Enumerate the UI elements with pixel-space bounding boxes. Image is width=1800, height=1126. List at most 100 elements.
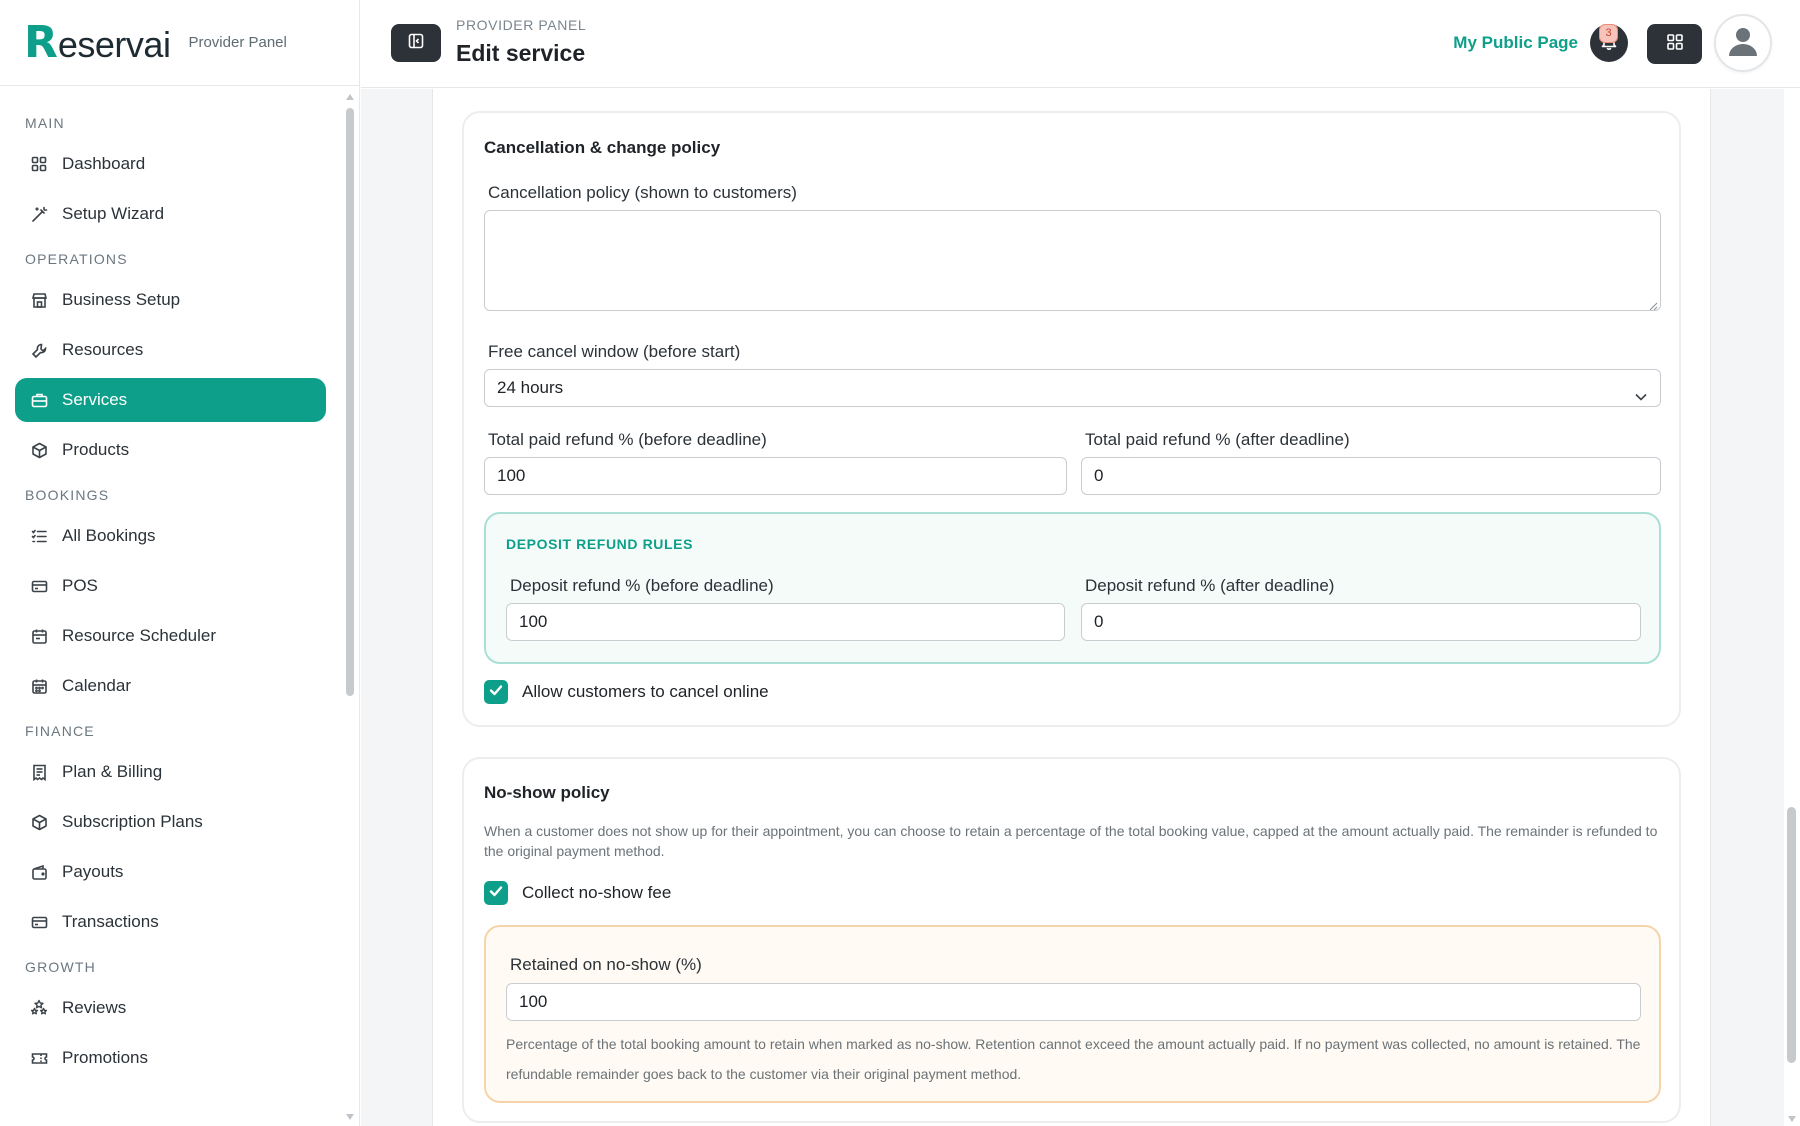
total-refund-before-input[interactable]: 100 — [484, 457, 1067, 495]
collect-no-show-fee-label[interactable]: Collect no-show fee — [522, 883, 671, 903]
scroll-down-arrow-icon[interactable] — [1788, 1116, 1796, 1122]
calendar-icon — [30, 627, 48, 645]
nav-section-finance: FINANCE — [25, 723, 95, 739]
retained-no-show-label: Retained on no-show (%) — [510, 955, 702, 974]
deposit-refund-before-label: Deposit refund % (before deadline) — [510, 576, 774, 595]
cancellation-card-title: Cancellation & change policy — [484, 138, 721, 157]
cancellation-policy-card: Cancellation & change policy Cancellatio… — [462, 111, 1681, 727]
sidebar-item-products[interactable]: Products — [15, 428, 326, 472]
deposit-refund-after-label: Deposit refund % (after deadline) — [1085, 576, 1335, 595]
sidebar-item-label: Transactions — [62, 912, 159, 931]
sidebar: Reservai Provider Panel MAIN Dashboard S… — [0, 0, 360, 1126]
notification-count-badge: 3 — [1599, 24, 1618, 43]
nav-section-growth: GROWTH — [25, 959, 96, 975]
chevron-down-icon — [1634, 381, 1648, 416]
scroll-up-arrow-icon[interactable] — [346, 94, 354, 100]
stars-icon — [30, 999, 48, 1017]
cancellation-policy-textarea[interactable] — [484, 210, 1661, 311]
retained-no-show-help: Percentage of the total booking amount t… — [506, 1036, 1641, 1082]
box-icon — [30, 813, 48, 831]
sidebar-item-calendar[interactable]: Calendar — [15, 664, 326, 708]
no-show-retention-box: Retained on no-show (%) 100 Percentage o… — [484, 925, 1661, 1103]
sidebar-item-label: Plan & Billing — [62, 762, 163, 781]
deposit-refund-before-input[interactable]: 100 — [506, 603, 1065, 641]
sidebar-item-all-bookings[interactable]: All Bookings — [15, 514, 326, 558]
deposit-refund-rules-box: DEPOSIT REFUND RULES Deposit refund % (b… — [484, 512, 1661, 664]
wrench-icon — [30, 341, 48, 359]
total-refund-after-input[interactable]: 0 — [1081, 457, 1661, 495]
sidebar-scroll-thumb[interactable] — [346, 108, 354, 696]
sidebar-item-resource-scheduler[interactable]: Resource Scheduler — [15, 614, 326, 658]
sidebar-item-setup-wizard[interactable]: Setup Wizard — [15, 192, 326, 236]
main-scrollbar[interactable] — [1784, 89, 1800, 1126]
sidebar-item-payouts[interactable]: Payouts — [15, 850, 326, 894]
sidebar-item-label: Products — [62, 440, 130, 459]
store-icon — [30, 291, 48, 309]
sidebar-item-resources[interactable]: Resources — [15, 328, 326, 372]
list-icon — [30, 527, 48, 545]
brand-logo[interactable]: Reservai — [24, 16, 171, 68]
main-scroll-thumb[interactable] — [1787, 807, 1796, 1063]
sidebar-item-label: Calendar — [62, 676, 131, 695]
sidebar-item-pos[interactable]: POS — [15, 564, 326, 608]
user-avatar[interactable] — [1714, 14, 1772, 72]
page-title: Edit service — [456, 40, 586, 66]
sidebar-item-label: POS — [62, 576, 98, 595]
apps-menu-button[interactable] — [1647, 24, 1702, 64]
sidebar-item-label: Services — [62, 390, 128, 409]
calendar-grid-icon — [30, 677, 48, 695]
sidebar-nav: MAIN Dashboard Setup Wizard OPERATIONS B… — [0, 86, 341, 1126]
sidebar-item-business-setup[interactable]: Business Setup — [15, 278, 326, 322]
sidebar-item-label: Resources — [62, 340, 144, 359]
box-icon — [30, 441, 48, 459]
free-cancel-window-value: 24 hours — [497, 378, 564, 397]
total-refund-before-label: Total paid refund % (before deadline) — [488, 430, 767, 449]
free-cancel-window-label: Free cancel window (before start) — [488, 342, 741, 361]
total-refund-after-label: Total paid refund % (after deadline) — [1085, 430, 1350, 449]
brand-logo-initial: R — [24, 16, 58, 68]
topbar: PROVIDER PANEL Edit service My Public Pa… — [361, 0, 1800, 88]
sidebar-item-label: Promotions — [62, 1048, 148, 1067]
checkmark-icon — [488, 682, 504, 703]
sidebar-toggle-button[interactable] — [391, 24, 441, 62]
nav-section-main: MAIN — [25, 115, 65, 131]
brand: Reservai Provider Panel — [0, 0, 359, 86]
no-show-policy-card: No-show policy When a customer does not … — [462, 757, 1681, 1123]
sidebar-item-dashboard[interactable]: Dashboard — [15, 142, 326, 186]
apps-grid-icon — [1666, 33, 1684, 56]
sidebar-item-label: Payouts — [62, 862, 124, 881]
sidebar-item-promotions[interactable]: Promotions — [15, 1036, 326, 1080]
allow-online-cancel-checkbox[interactable] — [484, 680, 508, 704]
sidebar-scrollbar[interactable] — [345, 92, 355, 1122]
wallet-icon — [30, 863, 48, 881]
wand-icon — [30, 205, 48, 223]
sidebar-item-label: Subscription Plans — [62, 812, 203, 831]
free-cancel-window-select[interactable]: 24 hours — [484, 369, 1661, 407]
allow-online-cancel-label[interactable]: Allow customers to cancel online — [522, 682, 769, 702]
no-show-description: When a customer does not show up for the… — [484, 823, 1658, 859]
retained-no-show-input[interactable]: 100 — [506, 983, 1641, 1021]
user-icon — [1726, 24, 1760, 63]
brand-logo-text: eservai — [57, 23, 171, 65]
sidebar-item-subscription-plans[interactable]: Subscription Plans — [15, 800, 326, 844]
sidebar-item-label: Dashboard — [62, 154, 146, 173]
sidebar-item-label: All Bookings — [62, 526, 156, 545]
deposit-refund-rules-title: DEPOSIT REFUND RULES — [506, 536, 694, 552]
breadcrumb: PROVIDER PANEL — [456, 17, 587, 33]
card-icon — [30, 913, 48, 931]
deposit-refund-after-input[interactable]: 0 — [1081, 603, 1641, 641]
collect-no-show-fee-checkbox[interactable] — [484, 881, 508, 905]
cancellation-policy-label: Cancellation policy (shown to customers) — [488, 183, 797, 202]
card-icon — [30, 577, 48, 595]
sidebar-item-reviews[interactable]: Reviews — [15, 986, 326, 1030]
dashboard-icon — [30, 155, 48, 173]
sidebar-item-label: Business Setup — [62, 290, 181, 309]
sidebar-item-services[interactable]: Services — [15, 378, 326, 422]
scroll-down-arrow-icon[interactable] — [346, 1114, 354, 1120]
nav-section-operations: OPERATIONS — [25, 251, 128, 267]
resize-grip-icon[interactable] — [1648, 298, 1658, 311]
my-public-page-link[interactable]: My Public Page — [1453, 33, 1578, 53]
sidebar-item-plan-billing[interactable]: Plan & Billing — [15, 750, 326, 794]
briefcase-icon — [30, 391, 48, 409]
sidebar-item-transactions[interactable]: Transactions — [15, 900, 326, 944]
